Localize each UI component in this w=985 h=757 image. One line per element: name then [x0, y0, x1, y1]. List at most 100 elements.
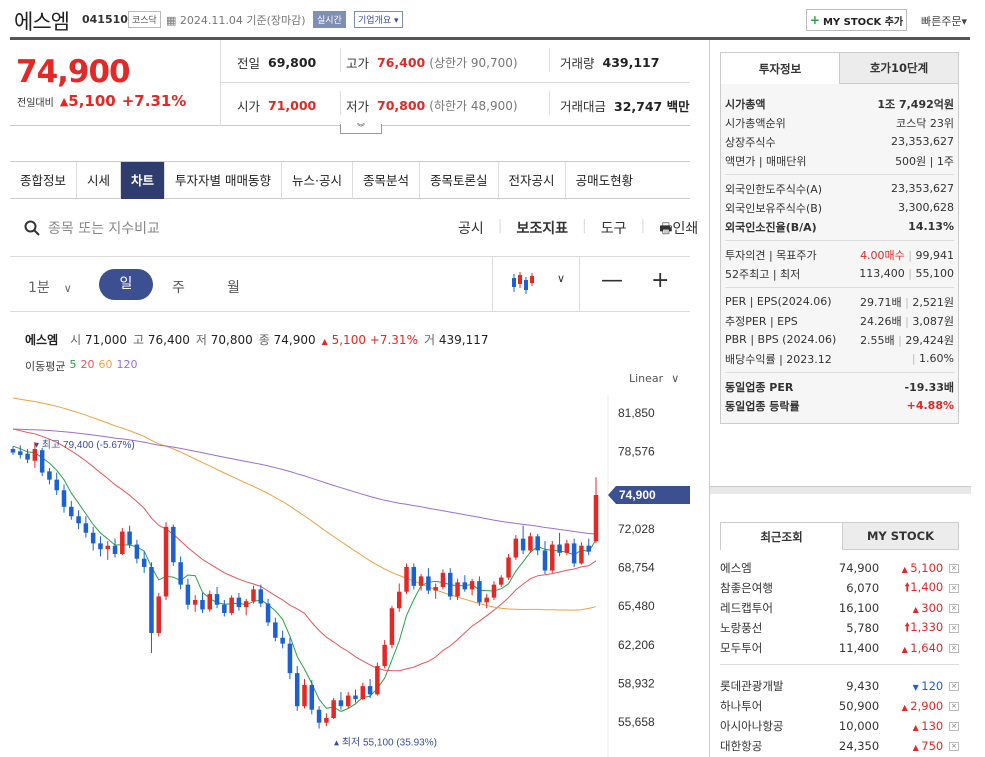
pct-v: +7.31%	[369, 332, 418, 347]
recent-name[interactable]: 모두투어	[720, 640, 835, 656]
tab-orderbook[interactable]: 호가10단계	[840, 52, 959, 84]
recent-item[interactable]: 아시아나항공 10,000 ▲ 130 ×	[720, 716, 959, 736]
period-month-button[interactable]: 월	[227, 277, 240, 297]
candle-body	[571, 543, 577, 564]
volume-value: 439,117	[602, 55, 660, 70]
candle-body	[236, 597, 242, 608]
scale-select[interactable]: Linear ∨	[629, 372, 679, 385]
chart-type-select[interactable]: ∨	[492, 256, 580, 311]
candle-body	[499, 577, 504, 585]
close-icon[interactable]: ×	[949, 623, 959, 633]
recent-change: ▲ 2,900	[879, 699, 944, 713]
recent-name[interactable]: 하나투어	[720, 698, 835, 714]
candle	[69, 500, 74, 520]
info-row: 외국인한도주식수(A) 23,353,627	[725, 179, 954, 198]
tab-news[interactable]: 뉴스·공시	[282, 162, 354, 199]
info-row: 시가총액 1조 7,492억원	[725, 94, 954, 113]
recent-name[interactable]: 아시아나항공	[720, 718, 835, 734]
recent-name[interactable]: 에스엠	[720, 560, 835, 576]
candle	[316, 706, 322, 729]
candle-body	[105, 545, 110, 550]
close-icon[interactable]: ×	[949, 681, 959, 691]
close-icon[interactable]: ×	[949, 701, 959, 711]
candle	[200, 592, 205, 613]
recent-item[interactable]: 에스엠 74,900 ▲ 5,100 ×	[720, 558, 959, 578]
recent-name[interactable]: 참좋은여행	[720, 580, 835, 596]
candle	[134, 539, 140, 564]
change-amount: 5,100	[68, 92, 116, 110]
chevron-down-icon: ▾	[391, 16, 399, 26]
print-button[interactable]: 🖶인쇄	[659, 218, 698, 242]
recent-item[interactable]: 모두투어 11,400 ▲ 1,640 ×	[720, 638, 959, 658]
tab-invest-info[interactable]: 투자정보	[720, 52, 840, 84]
recent-item[interactable]: 참좋은여행 6,070 🠙1,400 ×	[720, 578, 959, 598]
amount-label: 거래대금	[560, 99, 607, 114]
info-row: 동일업종 등락률 +4.88%	[725, 396, 954, 415]
close-icon[interactable]: ×	[949, 563, 959, 573]
info-key: 시가총액	[725, 97, 766, 111]
candle	[593, 477, 599, 544]
recent-name[interactable]: 노랑풍선	[720, 620, 835, 636]
candle	[499, 575, 504, 588]
panel-divider	[709, 40, 710, 757]
candle	[112, 538, 118, 558]
info-value: 500원 | 1주	[895, 154, 954, 168]
candle	[477, 576, 482, 606]
price-chart[interactable]: 81,850 78,576 72,028 68,754 65,480 62,206 58,9…	[0, 395, 705, 757]
close-icon[interactable]: ×	[949, 721, 959, 731]
tab-mystock[interactable]: MY STOCK	[843, 522, 959, 550]
tab-recent[interactable]: 최근조회	[720, 522, 843, 550]
recent-item[interactable]: 대한항공 24,350 ▲ 750 ×	[720, 736, 959, 756]
close-icon[interactable]: ×	[949, 643, 959, 653]
tab-disclosure[interactable]: 전자공시	[499, 162, 566, 199]
recent-item[interactable]: 하나투어 50,900 ▲ 2,900 ×	[720, 696, 959, 716]
compare-search[interactable]: 종목 또는 지수비교	[24, 218, 160, 238]
quick-order-link[interactable]: 빠른주문▾	[921, 13, 967, 29]
ma5-label: 5	[69, 358, 77, 371]
tab-quotes[interactable]: 시세	[77, 162, 122, 199]
tab-short-selling[interactable]: 공매도현황	[566, 162, 644, 199]
disclosure-button[interactable]: 공시	[458, 218, 484, 242]
realtime-badge[interactable]: 실시간	[313, 11, 346, 28]
recent-name[interactable]: 대한항공	[720, 738, 835, 754]
tab-investor[interactable]: 투자자별 매매동향	[165, 162, 283, 199]
candle	[149, 562, 154, 654]
candle-body	[579, 545, 584, 564]
close-icon[interactable]: ×	[949, 603, 959, 613]
recent-item[interactable]: 노랑풍선 5,780 🠙1,330 ×	[720, 618, 959, 638]
candle	[185, 578, 191, 610]
candle	[433, 583, 438, 599]
candle-body	[18, 451, 23, 455]
separator	[220, 40, 221, 126]
candle	[120, 528, 125, 556]
zoom-in-icon[interactable]: +	[651, 268, 669, 293]
minute-label: 1분	[28, 280, 50, 296]
recent-item[interactable]: 롯데관광개발 9,430 ▼ 120 ×	[720, 676, 959, 696]
close-icon[interactable]: ×	[949, 741, 959, 751]
recent-name[interactable]: 롯데관광개발	[720, 678, 835, 694]
company-overview-button[interactable]: 기업개요 ▾	[354, 11, 403, 28]
high-label: 고가	[346, 56, 370, 71]
indicator-button[interactable]: 보조지표	[516, 218, 568, 242]
minute-select[interactable]: 1분 ∨	[28, 277, 72, 297]
recent-name[interactable]: 레드캡투어	[720, 600, 835, 616]
expand-toggle-icon[interactable]: ︾	[340, 124, 382, 134]
candle	[207, 590, 213, 612]
tab-overview[interactable]: 종합정보	[10, 162, 78, 199]
recent-change: ▲ 5,100	[879, 561, 944, 575]
period-day-button[interactable]: 일	[99, 269, 153, 300]
add-mystock-button[interactable]: + MY STOCK 추가	[806, 9, 907, 31]
y-tick-label: 62,206	[618, 638, 655, 652]
moving-average-legend[interactable]: 이동평균 5 20 60 120	[25, 358, 137, 374]
tool-button[interactable]: 도구	[601, 218, 627, 242]
close-icon[interactable]: ×	[949, 583, 959, 593]
zoom-out-icon[interactable]: —	[601, 268, 623, 293]
candle	[90, 526, 96, 551]
tab-chart[interactable]: 차트	[121, 162, 166, 199]
recent-item[interactable]: 레드캡투어 16,100 ▲ 300 ×	[720, 598, 959, 618]
separator	[720, 664, 959, 665]
period-week-button[interactable]: 주	[172, 277, 185, 297]
tab-analysis[interactable]: 종목분석	[353, 162, 421, 199]
tab-discussion[interactable]: 종목토론실	[420, 162, 499, 199]
ohlc-high: 고 76,400	[133, 331, 190, 348]
